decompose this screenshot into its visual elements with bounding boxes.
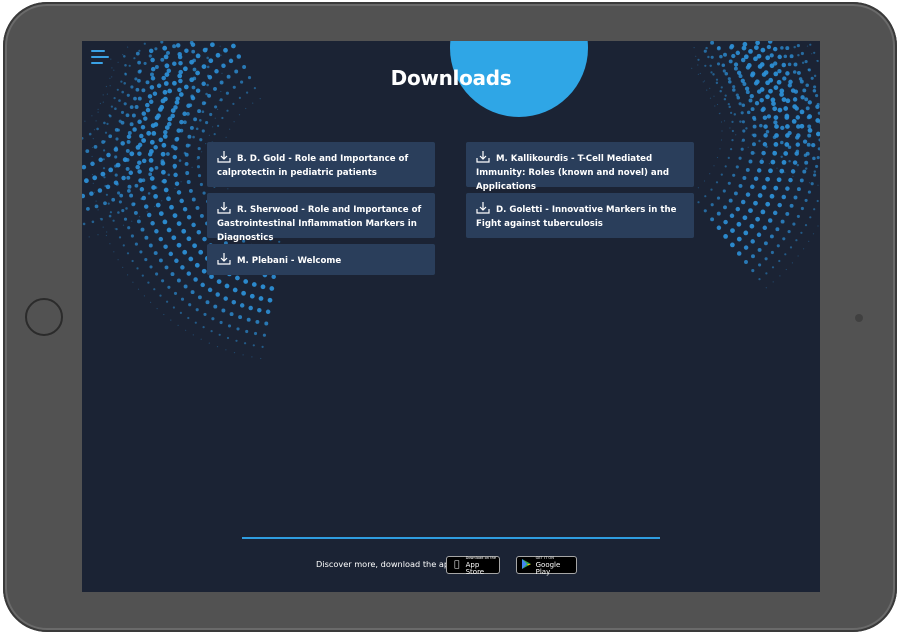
google-play-icon: [520, 558, 534, 572]
footer-divider: [242, 537, 660, 539]
download-icon: [476, 202, 490, 214]
download-icon: [217, 253, 231, 265]
download-item-label: B. D. Gold - Role and Importance of calp…: [217, 154, 409, 178]
menu-icon[interactable]: [91, 49, 109, 65]
app-screen: Downloads B. D. Gold - Role and Importan…: [82, 41, 820, 592]
home-button[interactable]: [25, 298, 63, 336]
download-item-goletti[interactable]: D. Goletti - Innovative Markers in the F…: [466, 193, 694, 238]
download-item-label: M. Plebani - Welcome: [237, 256, 342, 266]
footer-text: Discover more, download the app: [316, 559, 455, 569]
apple-icon: : [450, 560, 464, 570]
download-item-label: R. Sherwood - Role and Importance of Gas…: [217, 205, 422, 243]
google-play-label: Google Play: [535, 560, 561, 576]
download-icon: [476, 151, 490, 163]
download-item-plebani[interactable]: M. Plebani - Welcome: [207, 244, 435, 275]
app-store-badge[interactable]:  Download on the App Store: [446, 556, 500, 576]
download-item-label: D. Goletti - Innovative Markers in the F…: [476, 205, 677, 229]
download-item-kallikourdis[interactable]: M. Kallikourdis - T-Cell Mediated Immuni…: [466, 142, 694, 192]
download-icon: [217, 151, 231, 163]
download-item-sherwood[interactable]: R. Sherwood - Role and Importance of Gas…: [207, 193, 435, 243]
app-store-label: App Store: [465, 560, 485, 576]
download-item-label: M. Kallikourdis - T-Cell Mediated Immuni…: [476, 154, 669, 192]
page-title: Downloads: [390, 66, 512, 90]
front-camera: [855, 314, 863, 322]
download-icon: [217, 202, 231, 214]
dot-pattern-background: [82, 41, 820, 360]
google-play-badge[interactable]: GET IT ON Google Play: [516, 556, 577, 576]
download-item-gold[interactable]: B. D. Gold - Role and Importance of calp…: [207, 142, 435, 187]
